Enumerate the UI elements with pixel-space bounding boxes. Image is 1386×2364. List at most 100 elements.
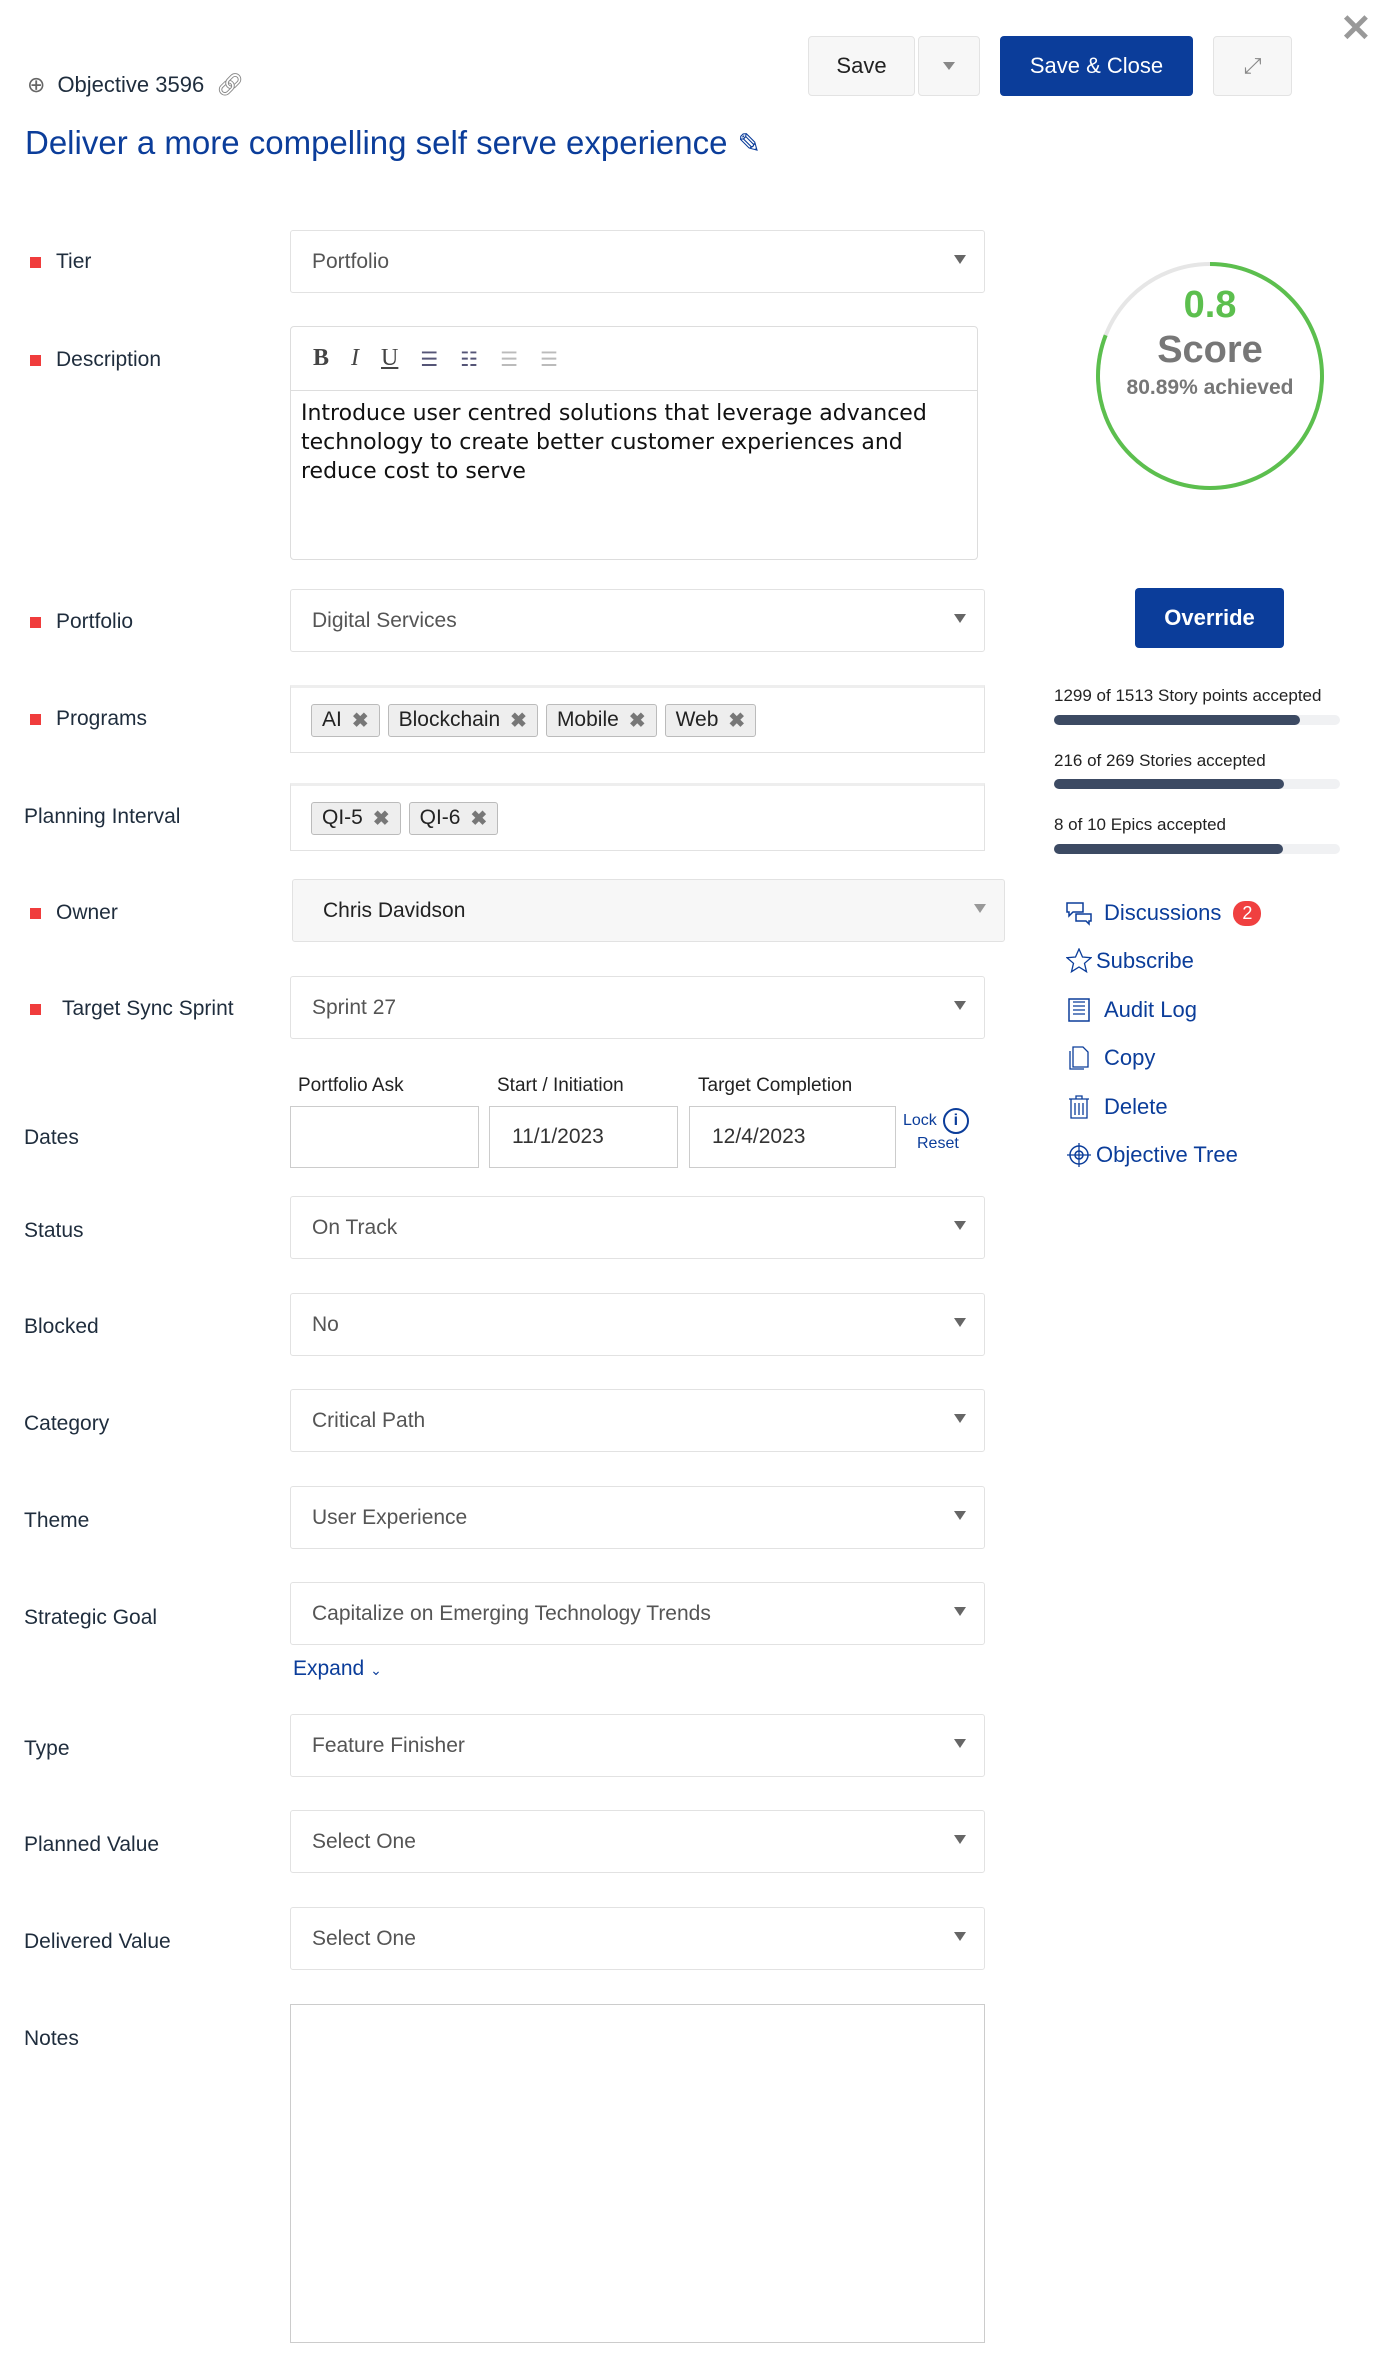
numbered-list-icon[interactable]: ☷ — [460, 347, 478, 371]
object-label: Objective 3596 — [57, 72, 205, 97]
discussions-icon — [1066, 902, 1092, 926]
notes-label: Notes — [24, 2027, 79, 2050]
audit-log-link[interactable]: Audit Log — [1066, 997, 1197, 1023]
underline-button[interactable]: U — [381, 345, 398, 372]
reset-link[interactable]: Reset — [917, 1135, 959, 1153]
planned-value-select[interactable]: Select One — [290, 1810, 985, 1873]
remove-tag-icon[interactable]: ✖ — [352, 708, 369, 733]
info-icon[interactable]: i — [942, 1108, 969, 1134]
blocked-label: Blocked — [24, 1315, 99, 1338]
program-tag: Blockchain ✖ — [387, 703, 538, 737]
save-options-dropdown[interactable] — [918, 36, 980, 96]
target-completion-input[interactable]: 12/4/2023 — [689, 1106, 896, 1168]
objective-tree-link[interactable]: Objective Tree — [1066, 1142, 1238, 1168]
type-label: Type — [24, 1737, 70, 1760]
object-id: ⊕ Objective 3596 🔗︎ — [27, 72, 244, 98]
epics-text: 8 of 10 Epics accepted — [1054, 815, 1227, 834]
objective-tree-icon — [1067, 1143, 1091, 1167]
portfolio-ask-input[interactable] — [290, 1106, 479, 1168]
page-title: Deliver a more compelling self serve exp… — [25, 124, 728, 161]
indent-icon[interactable]: ☰ — [540, 347, 558, 371]
description-textarea[interactable]: Introduce user centred solutions that le… — [291, 391, 977, 494]
close-icon[interactable]: ✕ — [1340, 6, 1372, 51]
program-tag: Web ✖ — [664, 703, 757, 737]
type-select[interactable]: Feature Finisher — [290, 1714, 985, 1777]
remove-tag-icon[interactable]: ✖ — [373, 806, 390, 831]
copy-link[interactable]: Copy — [1066, 1045, 1155, 1071]
blocked-select[interactable]: No — [290, 1293, 985, 1356]
discussions-link[interactable]: Discussions 2 — [1066, 900, 1262, 926]
category-label: Category — [24, 1412, 110, 1435]
owner-label: Owner — [24, 901, 118, 925]
expand-link[interactable]: Expand ⌄ — [293, 1657, 382, 1681]
portfolio-ask-label: Portfolio Ask — [298, 1075, 404, 1096]
story-points-bar — [1054, 715, 1340, 725]
tier-label: Tier — [24, 250, 91, 274]
planning-interval-label: Planning Interval — [24, 805, 181, 828]
save-close-button[interactable]: Save & Close — [1000, 36, 1193, 96]
link-icon[interactable]: 🔗︎ — [216, 72, 244, 98]
editor-toolbar: B I U ☰ ☷ ☰ ☰ — [291, 327, 977, 391]
target-sync-sprint-select[interactable]: Sprint 27 — [290, 976, 985, 1039]
fullscreen-button[interactable]: ⤢ — [1213, 36, 1292, 96]
audit-log-icon — [1068, 998, 1090, 1022]
score-label: Score — [1157, 329, 1263, 371]
score-achieved: 80.89% achieved — [1126, 376, 1294, 399]
program-tag: AI ✖ — [311, 703, 380, 737]
lock-link[interactable]: Lock i — [903, 1108, 969, 1134]
theme-select[interactable]: User Experience — [290, 1486, 985, 1549]
programs-label: Programs — [24, 707, 147, 731]
target-icon: ⊕ — [27, 72, 46, 97]
portfolio-select[interactable]: Digital Services — [290, 589, 985, 652]
dates-label: Dates — [24, 1126, 79, 1149]
remove-tag-icon[interactable]: ✖ — [629, 708, 646, 733]
star-icon — [1066, 948, 1092, 974]
delivered-value-label: Delivered Value — [24, 1930, 171, 1953]
score-value: 0.8 — [1183, 284, 1237, 326]
pencil-icon[interactable]: ✎ — [737, 127, 760, 160]
notes-textarea[interactable] — [290, 2004, 985, 2343]
remove-tag-icon[interactable]: ✖ — [728, 708, 745, 733]
chevron-down-icon — [943, 62, 955, 70]
epics-bar — [1054, 844, 1340, 854]
start-date-input[interactable]: 11/1/2023 — [489, 1106, 678, 1168]
chevron-down-icon: ⌄ — [370, 1662, 382, 1678]
trash-icon — [1069, 1095, 1089, 1119]
bullet-list-icon[interactable]: ☰ — [420, 347, 438, 371]
description-editor: B I U ☰ ☷ ☰ ☰ Introduce user centred sol… — [290, 326, 978, 560]
theme-label: Theme — [24, 1509, 90, 1532]
subscribe-link[interactable]: Subscribe — [1066, 948, 1194, 974]
interval-tag: QI-5 ✖ — [311, 801, 401, 835]
stories-bar — [1054, 779, 1340, 789]
delete-link[interactable]: Delete — [1066, 1094, 1168, 1120]
portfolio-label: Portfolio — [24, 610, 133, 634]
save-button[interactable]: Save — [808, 36, 915, 96]
target-completion-label: Target Completion — [698, 1075, 853, 1096]
italic-button[interactable]: I — [351, 345, 359, 372]
copy-icon — [1069, 1046, 1089, 1070]
planning-interval-input[interactable]: QI-5 ✖ QI-6 ✖ — [290, 783, 985, 851]
story-points-text: 1299 of 1513 Story points accepted — [1054, 686, 1322, 705]
tier-select[interactable]: Portfolio — [290, 230, 985, 293]
page-title-wrap: Deliver a more compelling self serve exp… — [25, 124, 761, 162]
status-select[interactable]: On Track — [290, 1196, 985, 1259]
remove-tag-icon[interactable]: ✖ — [510, 708, 527, 733]
discussions-count-badge: 2 — [1233, 900, 1262, 926]
stories-text: 216 of 269 Stories accepted — [1054, 751, 1266, 770]
program-tag: Mobile ✖ — [545, 703, 657, 737]
start-label: Start / Initiation — [497, 1075, 624, 1096]
override-button[interactable]: Override — [1135, 588, 1284, 648]
strategic-goal-select[interactable]: Capitalize on Emerging Technology Trends — [290, 1582, 985, 1645]
bold-button[interactable]: B — [313, 345, 329, 372]
score-text: 0.8 Score 80.89% achieved — [1090, 284, 1330, 400]
status-label: Status — [24, 1219, 84, 1242]
target-sync-sprint-label: Target Sync Sprint — [24, 997, 234, 1021]
strategic-goal-label: Strategic Goal — [24, 1606, 158, 1629]
remove-tag-icon[interactable]: ✖ — [470, 806, 487, 831]
category-select[interactable]: Critical Path — [290, 1389, 985, 1452]
delivered-value-select[interactable]: Select One — [290, 1907, 985, 1970]
outdent-icon[interactable]: ☰ — [500, 347, 518, 371]
programs-input[interactable]: AI ✖ Blockchain ✖ Mobile ✖ Web ✖ — [290, 685, 985, 753]
planned-value-label: Planned Value — [24, 1833, 160, 1856]
owner-select[interactable]: Chris Davidson — [292, 879, 1005, 942]
